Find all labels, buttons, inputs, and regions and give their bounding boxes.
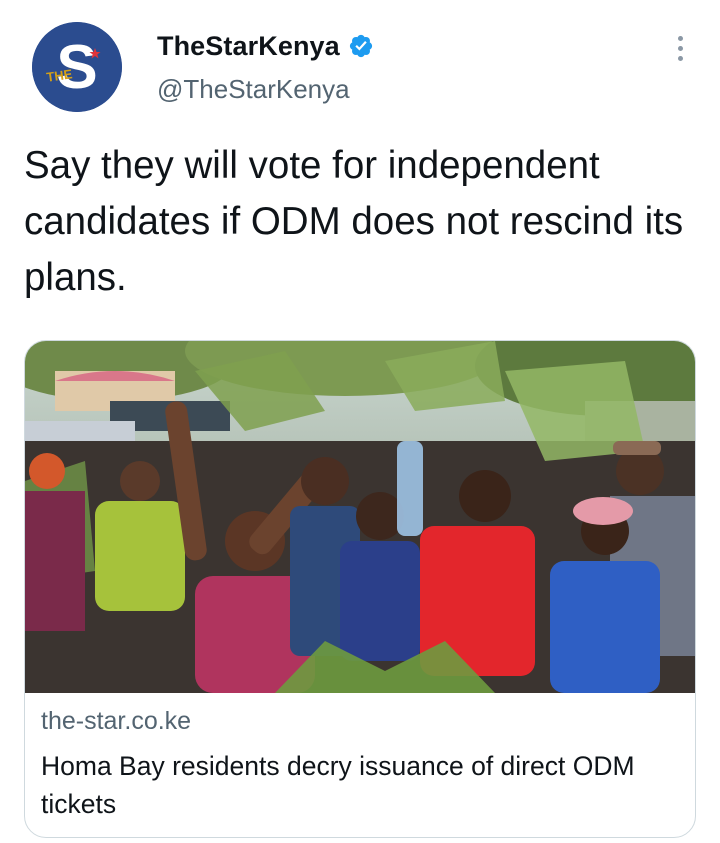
more-options-button[interactable] — [665, 30, 695, 66]
more-options-icon-dot — [677, 45, 683, 51]
the-star-logo-icon: S THE — [32, 22, 122, 112]
more-options-icon-dot — [677, 55, 683, 61]
card-title[interactable]: Homa Bay residents decry issuance of dir… — [41, 747, 681, 823]
card-domain: the-star.co.ke — [41, 707, 192, 735]
tweet-text: Say they will vote for independent candi… — [24, 144, 684, 299]
author-name-row[interactable]: TheStarKenya — [157, 28, 374, 64]
avatar[interactable]: S THE — [32, 22, 122, 112]
author-handle[interactable]: @TheStarKenya — [157, 74, 350, 105]
crowd-photo — [25, 341, 695, 693]
card-image[interactable] — [25, 341, 695, 693]
more-options-icon — [677, 35, 683, 41]
author-display-name[interactable]: TheStarKenya — [157, 31, 340, 62]
link-card[interactable]: the-star.co.ke Homa Bay residents decry … — [24, 340, 696, 838]
verified-badge-icon — [348, 33, 374, 59]
